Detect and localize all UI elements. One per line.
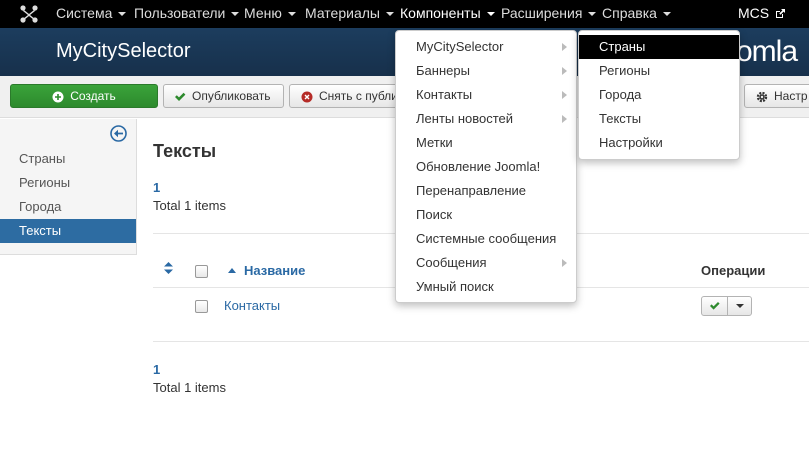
nav-item-menus[interactable]: Меню xyxy=(244,0,296,28)
sidebar-item-countries[interactable]: Страны xyxy=(0,147,136,171)
nav-item-extensions[interactable]: Расширения xyxy=(501,0,597,28)
joomla-logo-text: omla xyxy=(736,35,798,68)
submenu-item-settings[interactable]: Настройки xyxy=(579,131,739,155)
operations-button-group xyxy=(701,296,752,316)
publish-button[interactable]: Опубликовать xyxy=(163,84,284,108)
pagination-page-link[interactable]: 1 xyxy=(153,362,160,377)
column-header-operations: Операции xyxy=(701,263,766,278)
sort-ordering-icon[interactable] xyxy=(163,262,174,274)
external-link-icon[interactable] xyxy=(775,8,786,19)
gear-icon xyxy=(756,91,768,103)
sidebar-item-cities[interactable]: Города xyxy=(0,195,136,219)
nav-item-label: Материалы xyxy=(305,5,380,21)
sidebar-item-texts[interactable]: Тексты xyxy=(0,219,136,243)
sidebar: Страны Регионы Города Тексты xyxy=(0,119,137,255)
menu-item-redirect[interactable]: Перенаправление xyxy=(396,179,576,203)
mycityselector-submenu: Страны Регионы Города Тексты Настройки xyxy=(578,30,740,160)
menu-item-label: Контакты xyxy=(416,87,473,102)
collapse-sidebar-icon[interactable] xyxy=(110,125,127,142)
pagination-total: Total 1 items xyxy=(153,380,226,395)
unpublish-button[interactable]: Снять с публи xyxy=(289,84,399,108)
menu-item-label: Сообщения xyxy=(416,255,487,270)
menu-item-mycityselector[interactable]: MyCitySelector xyxy=(396,35,576,59)
nav-item-help[interactable]: Справка xyxy=(602,0,671,28)
unpublish-icon xyxy=(301,91,313,103)
chevron-right-icon xyxy=(562,67,567,75)
menu-item-newsfeeds[interactable]: Ленты новостей xyxy=(396,107,576,131)
submenu-item-regions[interactable]: Регионы xyxy=(579,59,739,83)
chevron-right-icon xyxy=(562,259,567,267)
chevron-down-icon xyxy=(486,12,495,16)
chevron-right-icon xyxy=(562,115,567,123)
menu-item-joomla-update[interactable]: Обновление Joomla! xyxy=(396,155,576,179)
submenu-item-texts[interactable]: Тексты xyxy=(579,107,739,131)
sidebar-item-regions[interactable]: Регионы xyxy=(0,171,136,195)
nav-item-label: Компоненты xyxy=(400,5,481,21)
components-dropdown-menu: MyCitySelector Баннеры Контакты Ленты но… xyxy=(395,30,577,303)
menu-item-label: Ленты новостей xyxy=(416,111,514,126)
check-icon xyxy=(175,92,186,101)
table-row-name-link[interactable]: Контакты xyxy=(224,298,280,313)
nav-item-content[interactable]: Материалы xyxy=(305,0,394,28)
menu-item-messages[interactable]: Сообщения xyxy=(396,251,576,275)
published-toggle-button[interactable] xyxy=(702,297,728,315)
operations-dropdown-toggle[interactable] xyxy=(728,297,752,315)
column-header-name[interactable]: Название xyxy=(228,263,305,278)
options-button[interactable]: Настр xyxy=(744,84,809,108)
menu-item-smart-search[interactable]: Умный поиск xyxy=(396,275,576,299)
page-header-title: MyCitySelector xyxy=(56,40,191,62)
joomla-logo-icon[interactable] xyxy=(19,4,39,24)
top-navbar: Система Пользователи Меню Материалы Комп… xyxy=(0,0,809,28)
chevron-right-icon xyxy=(562,91,567,99)
user-site-link[interactable]: MCS xyxy=(738,0,769,26)
divider xyxy=(153,341,809,342)
chevron-down-icon xyxy=(588,12,597,16)
nav-item-users[interactable]: Пользователи xyxy=(134,0,240,28)
menu-item-label: Баннеры xyxy=(416,63,470,78)
publish-button-label: Опубликовать xyxy=(192,89,271,103)
chevron-down-icon xyxy=(287,12,296,16)
menu-item-post-install-messages[interactable]: Системные сообщения xyxy=(396,227,576,251)
pagination-page-link[interactable]: 1 xyxy=(153,180,160,195)
menu-item-tags[interactable]: Метки xyxy=(396,131,576,155)
options-button-label: Настр xyxy=(774,89,808,103)
check-icon xyxy=(710,302,720,310)
nav-item-label: Пользователи xyxy=(134,5,226,21)
nav-item-label: Расширения xyxy=(501,5,583,21)
new-button-label: Создать xyxy=(70,89,116,103)
menu-item-search[interactable]: Поиск xyxy=(396,203,576,227)
menu-item-contacts[interactable]: Контакты xyxy=(396,83,576,107)
nav-item-label: Справка xyxy=(602,5,657,21)
sort-asc-icon xyxy=(228,268,236,273)
chevron-right-icon xyxy=(562,43,567,51)
page-title: Тексты xyxy=(153,141,217,161)
nav-item-label: Система xyxy=(56,5,113,21)
chevron-down-icon xyxy=(231,12,240,16)
chevron-down-icon xyxy=(385,12,394,16)
select-all-checkbox[interactable] xyxy=(195,265,208,278)
chevron-down-icon xyxy=(118,12,127,16)
menu-item-label: MyCitySelector xyxy=(416,39,504,54)
new-button[interactable]: Создать xyxy=(10,84,158,108)
plus-circle-icon xyxy=(52,91,64,103)
menu-item-banners[interactable]: Баннеры xyxy=(396,59,576,83)
unpublish-button-label: Снять с публи xyxy=(319,89,398,103)
submenu-item-cities[interactable]: Города xyxy=(579,83,739,107)
column-header-name-label: Название xyxy=(244,263,306,278)
row-checkbox[interactable] xyxy=(195,300,208,313)
nav-item-components[interactable]: Компоненты xyxy=(400,0,495,28)
submenu-item-countries[interactable]: Страны xyxy=(579,35,739,59)
pagination-total: Total 1 items xyxy=(153,198,226,213)
nav-item-label: Меню xyxy=(244,5,282,21)
chevron-down-icon xyxy=(662,12,671,16)
nav-item-system[interactable]: Система xyxy=(56,0,127,28)
